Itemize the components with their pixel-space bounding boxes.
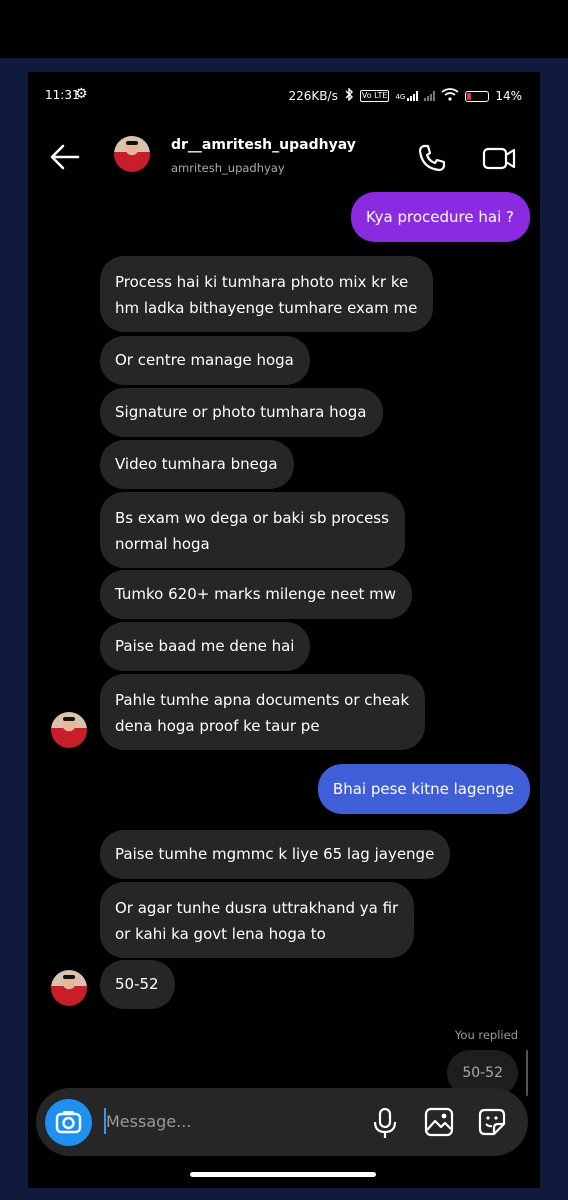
quoted-reply-text: 50-52	[462, 1065, 503, 1081]
cell-signal-2-icon	[424, 91, 436, 101]
message-bubble-incoming[interactable]: 50-52	[100, 960, 175, 1009]
battery-icon	[465, 90, 490, 102]
message-bubble-incoming[interactable]: Or agar tunhe dusra uttrakhand ya fir or…	[100, 882, 415, 958]
bluetooth-icon	[344, 87, 354, 104]
sticker-icon[interactable]	[476, 1106, 508, 1138]
message-text-line: Bs exam wo dega or baki sb process	[115, 509, 389, 527]
message-bubble-incoming[interactable]: Pahle tumhe apna documents or cheak dena…	[100, 674, 426, 750]
message-text: Signature or photo tumhara hoga	[115, 403, 367, 421]
status-bar: 11:31 ⚙ 226KB/s Vo LTE 4G 14%	[28, 86, 540, 108]
wifi-icon	[441, 88, 459, 104]
message-text-line: normal hoga	[115, 535, 210, 553]
network-speed: 226KB/s	[288, 89, 338, 103]
message-bubble-incoming[interactable]: Paise tumhe mgmmc k liye 65 lag jayenge	[100, 830, 451, 879]
message-bubble-outgoing[interactable]: Kya procedure hai ?	[350, 192, 530, 242]
status-right-group: 226KB/s Vo LTE 4G 14%	[288, 87, 522, 104]
message-text: Bhai pese kitne lagenge	[332, 780, 514, 798]
message-text: Paise tumhe mgmmc k liye 65 lag jayenge	[115, 845, 435, 863]
message-bubble-incoming[interactable]: Bs exam wo dega or baki sb process norma…	[100, 492, 405, 568]
contact-display-name[interactable]: dr__amritesh_upadhyay	[171, 137, 356, 153]
message-text-line: or kahi ka govt lena hoga to	[115, 925, 326, 943]
message-bubble-incoming[interactable]: Process hai ki tumhara photo mix kr ke h…	[100, 256, 434, 332]
message-text: Tumko 620+ marks milenge neet mw	[115, 585, 397, 603]
phone-call-icon[interactable]	[416, 142, 448, 174]
message-text-line: Or agar tunhe dusra uttrakhand ya fir	[115, 899, 399, 917]
sender-avatar[interactable]	[51, 712, 87, 748]
sender-avatar[interactable]	[51, 970, 87, 1006]
you-replied-label: You replied	[454, 1028, 518, 1042]
message-text: 50-52	[115, 975, 159, 993]
volte-badge: Vo LTE	[359, 90, 390, 102]
profile-avatar[interactable]	[114, 136, 150, 172]
back-arrow-icon[interactable]	[48, 142, 82, 172]
gallery-icon[interactable]	[423, 1106, 455, 1138]
message-bubble-incoming[interactable]: Video tumhara bnega	[100, 440, 294, 489]
cell-signal-icon: 4G	[395, 91, 419, 101]
message-bubble-incoming[interactable]: Or centre manage hoga	[100, 336, 310, 385]
message-text-line: dena hoga proof ke taur pe	[115, 717, 320, 735]
camera-icon[interactable]	[45, 1099, 92, 1146]
message-text-line: Pahle tumhe apna documents or cheak	[115, 691, 410, 709]
settings-gear-icon: ⚙	[75, 86, 88, 102]
message-text: Paise baad me dene hai	[115, 637, 295, 655]
microphone-icon[interactable]	[370, 1106, 400, 1140]
message-text-line: Process hai ki tumhara photo mix kr ke	[115, 273, 409, 291]
message-bubble-incoming[interactable]: Paise baad me dene hai	[100, 622, 311, 671]
message-input[interactable]: Message...	[106, 1112, 191, 1131]
video-call-icon[interactable]	[482, 142, 516, 174]
home-indicator[interactable]	[190, 1172, 376, 1177]
network-type-label: 4G	[395, 93, 406, 101]
contact-username: amritesh_upadhyay	[171, 161, 285, 175]
message-composer: Message...	[36, 1088, 528, 1156]
scrollbar[interactable]	[526, 1050, 528, 1096]
message-bubble-incoming[interactable]: Signature or photo tumhara hoga	[100, 388, 383, 437]
message-text-line: hm ladka bithayenge tumhare exam me	[115, 299, 418, 317]
chat-header: dr__amritesh_upadhyay amritesh_upadhyay	[28, 130, 540, 190]
message-text: Kya procedure hai ?	[365, 208, 514, 226]
phone-screen: 11:31 ⚙ 226KB/s Vo LTE 4G 14% dr__amrite…	[28, 72, 540, 1188]
message-text: Video tumhara bnega	[115, 455, 278, 473]
message-bubble-outgoing[interactable]: Bhai pese kitne lagenge	[317, 764, 530, 814]
battery-percent: 14%	[495, 89, 522, 103]
message-bubble-incoming[interactable]: Tumko 620+ marks milenge neet mw	[100, 570, 413, 619]
message-text: Or centre manage hoga	[115, 351, 294, 369]
